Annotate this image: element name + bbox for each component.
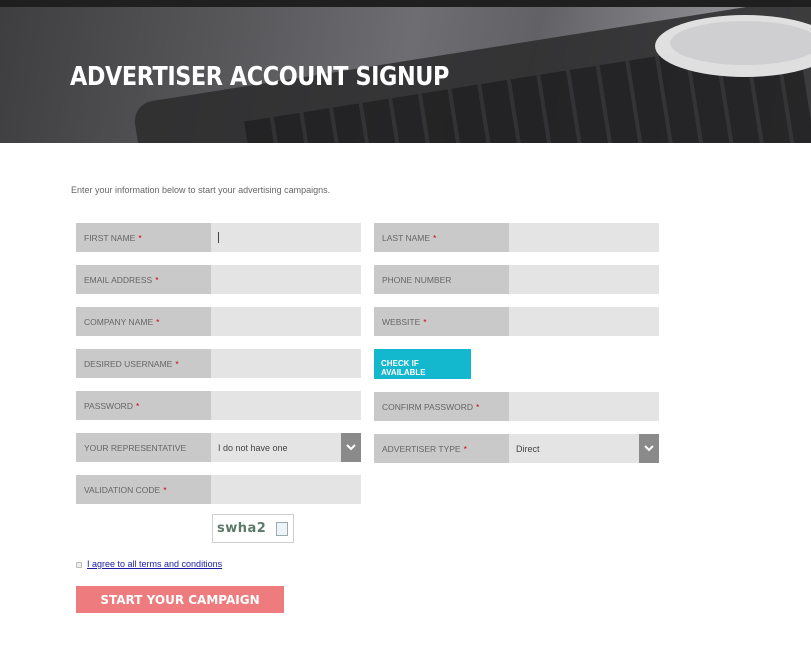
phone-input[interactable] [509, 265, 659, 294]
company-label-text: COMPANY NAME [84, 316, 154, 327]
captcha-text: swha2 [217, 521, 267, 536]
required-mark: * [475, 401, 480, 412]
confirm-password-input[interactable] [509, 392, 659, 421]
captcha-image: swha2 [212, 514, 294, 543]
header-banner: ADVERTISER ACCOUNT SIGNUP [0, 7, 811, 143]
check-availability-button[interactable]: CHECK IF AVAILABLE [374, 349, 471, 379]
company-label: COMPANY NAME * [76, 307, 211, 336]
advertiser-type-label-text: ADVERTISER TYPE [382, 443, 461, 454]
first-name-input[interactable] [211, 223, 361, 252]
website-input[interactable] [509, 307, 659, 336]
website-label: WEBSITE * [374, 307, 509, 336]
required-mark: * [138, 232, 142, 243]
advertiser-type-selected-value: Direct [516, 443, 540, 454]
password-label-text: PASSWORD [84, 400, 133, 411]
terms-checkbox[interactable] [76, 562, 82, 568]
email-label-text: EMAIL ADDRESS [84, 274, 153, 285]
chevron-down-icon[interactable] [639, 434, 659, 463]
last-name-label-text: LAST NAME [382, 232, 431, 243]
company-row: COMPANY NAME * [76, 307, 361, 336]
refresh-icon[interactable] [276, 522, 288, 536]
username-row: DESIRED USERNAME * [76, 349, 361, 378]
intro-text: Enter your information below to start yo… [71, 185, 331, 195]
confirm-password-row: CONFIRM PASSWORD * [374, 392, 659, 421]
username-input[interactable] [211, 349, 361, 378]
required-mark: * [135, 400, 140, 411]
email-label: EMAIL ADDRESS * [76, 265, 211, 294]
text-caret [218, 232, 219, 243]
last-name-row: LAST NAME * [374, 223, 659, 252]
username-label: DESIRED USERNAME * [76, 349, 211, 378]
phone-label-text: PHONE NUMBER [382, 274, 452, 285]
required-mark: * [463, 443, 467, 454]
representative-selected-value: I do not have one [218, 442, 288, 453]
company-input[interactable] [211, 307, 361, 336]
required-mark: * [155, 274, 159, 285]
website-row: WEBSITE * [374, 307, 659, 336]
first-name-label: FIRST NAME * [76, 223, 211, 252]
username-label-text: DESIRED USERNAME [84, 358, 173, 369]
required-mark: * [156, 316, 160, 327]
representative-label: YOUR REPRESENTATIVE [76, 433, 211, 462]
advertiser-type-row: ADVERTISER TYPE * Direct [374, 434, 659, 463]
phone-row: PHONE NUMBER [374, 265, 659, 294]
representative-select[interactable]: I do not have one [211, 433, 361, 462]
last-name-input[interactable] [509, 223, 659, 252]
first-name-row: FIRST NAME * [76, 223, 361, 252]
website-label-text: WEBSITE [382, 316, 421, 327]
first-name-label-text: FIRST NAME [84, 232, 136, 243]
chevron-down-icon[interactable] [341, 433, 361, 462]
email-input[interactable] [211, 265, 361, 294]
validation-code-label-text: VALIDATION CODE [84, 484, 161, 495]
representative-label-text: YOUR REPRESENTATIVE [84, 442, 187, 453]
email-row: EMAIL ADDRESS * [76, 265, 361, 294]
top-bar [0, 0, 811, 7]
required-mark: * [433, 232, 437, 243]
advertiser-type-label: ADVERTISER TYPE * [374, 434, 509, 463]
last-name-label: LAST NAME * [374, 223, 509, 252]
phone-label: PHONE NUMBER [374, 265, 509, 294]
required-mark: * [423, 316, 427, 327]
password-label: PASSWORD * [76, 391, 211, 420]
advertiser-type-select[interactable]: Direct [509, 434, 659, 463]
start-campaign-button[interactable]: START YOUR CAMPAIGN [76, 586, 284, 613]
required-mark: * [175, 358, 179, 369]
terms-link[interactable]: I agree to all terms and conditions [87, 559, 222, 569]
validation-code-row: VALIDATION CODE * [76, 475, 361, 504]
confirm-password-label: CONFIRM PASSWORD * [374, 392, 509, 421]
page-title: ADVERTISER ACCOUNT SIGNUP [70, 62, 449, 92]
password-row: PASSWORD * [76, 391, 361, 420]
password-input[interactable] [211, 391, 361, 420]
validation-code-input[interactable] [211, 475, 361, 504]
required-mark: * [163, 484, 167, 495]
representative-row: YOUR REPRESENTATIVE I do not have one [76, 433, 361, 462]
validation-code-label: VALIDATION CODE * [76, 475, 211, 504]
confirm-password-label-text: CONFIRM PASSWORD [382, 401, 473, 412]
mouse-shadow [670, 21, 811, 65]
